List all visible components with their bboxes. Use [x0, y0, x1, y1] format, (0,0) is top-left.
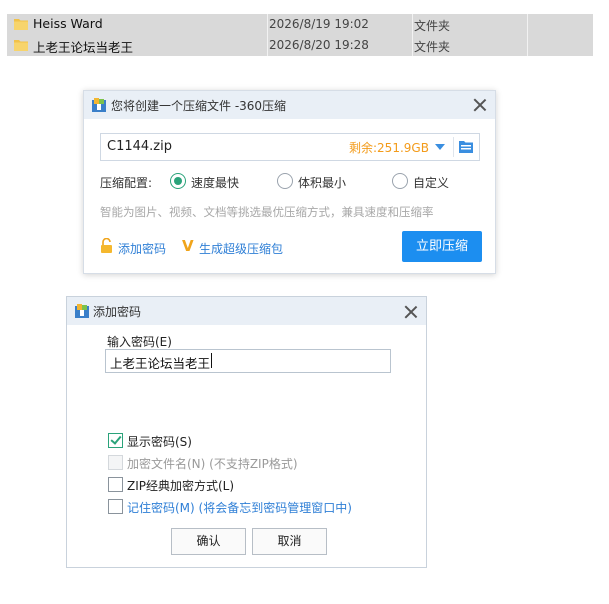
- remember-password-label[interactable]: 记住密码(M) (将会备忘到密码管理窗口中): [127, 499, 352, 516]
- folder-icon: [14, 40, 28, 51]
- remember-password-checkbox[interactable]: [108, 499, 123, 514]
- file-type: 文件夹: [414, 40, 451, 54]
- archive-filename[interactable]: C1144.zip: [107, 139, 172, 154]
- folder-icon: [14, 19, 28, 30]
- radio-fastest[interactable]: [170, 173, 186, 189]
- column-divider: [412, 35, 413, 56]
- add-password-label[interactable]: 添加密码: [118, 240, 166, 257]
- file-row[interactable]: 上老王论坛当老王 2026/8/20 19:28 文件夹: [7, 35, 593, 56]
- add-password-dialog: 添加密码 输入密码(E) 上老王论坛当老王 显示密码(S) 加密文件名(N) (…: [66, 296, 427, 568]
- text-caret: [211, 353, 212, 368]
- super-archive-label[interactable]: 生成超级压缩包: [199, 240, 283, 257]
- compress-config-label: 压缩配置:: [100, 176, 153, 190]
- column-divider: [267, 35, 268, 56]
- zip-classic-encryption-label[interactable]: ZIP经典加密方式(L): [127, 477, 234, 494]
- dialog-title-bar[interactable]: 您将创建一个压缩文件 -360压缩: [84, 91, 495, 119]
- radio-fastest-label[interactable]: 速度最快: [191, 174, 239, 191]
- compress-now-button[interactable]: 立即压缩: [402, 231, 482, 262]
- 360zip-app-icon: [75, 304, 89, 318]
- dialog-title-bar[interactable]: 添加密码: [67, 297, 426, 325]
- file-name: Heiss Ward: [33, 16, 103, 31]
- password-field[interactable]: 上老王论坛当老王: [105, 349, 391, 373]
- zip-classic-encryption-checkbox[interactable]: [108, 477, 123, 492]
- dialog-title: 添加密码: [93, 305, 142, 319]
- v-icon: V: [182, 237, 194, 255]
- compression-hint: 智能为图片、视频、文档等挑选最优压缩方式，兼具速度和压缩率: [100, 205, 434, 219]
- file-date: 2026/8/20 19:28: [269, 38, 369, 52]
- compress-dialog: 您将创建一个压缩文件 -360压缩 C1144.zip 剩余:251.9GB 压…: [83, 90, 496, 274]
- encrypt-filenames-checkbox: [108, 455, 123, 470]
- dialog-title: 您将创建一个压缩文件 -360压缩: [111, 99, 287, 113]
- chevron-down-icon[interactable]: [435, 144, 445, 150]
- radio-smallest[interactable]: [277, 173, 293, 189]
- browse-folder-icon[interactable]: [459, 140, 473, 153]
- radio-custom[interactable]: [392, 173, 408, 189]
- column-divider: [527, 14, 528, 35]
- close-icon[interactable]: [404, 305, 418, 319]
- 360zip-app-icon: [92, 98, 106, 112]
- close-icon[interactable]: [473, 98, 487, 112]
- password-value[interactable]: 上老王论坛当老王: [110, 353, 210, 372]
- radio-custom-label[interactable]: 自定义: [413, 174, 449, 191]
- lock-icon: [101, 238, 112, 253]
- divider: [453, 137, 454, 157]
- archive-name-field[interactable]: C1144.zip 剩余:251.9GB: [100, 133, 480, 161]
- cancel-button[interactable]: 取消: [252, 528, 327, 555]
- ok-button[interactable]: 确认: [171, 528, 246, 555]
- file-type: 文件夹: [414, 19, 451, 33]
- file-name: 上老王论坛当老王: [33, 40, 134, 55]
- column-divider: [412, 14, 413, 35]
- show-password-checkbox[interactable]: [108, 433, 123, 448]
- remaining-space: 剩余:251.9GB: [349, 141, 429, 155]
- show-password-label[interactable]: 显示密码(S): [127, 433, 192, 450]
- column-divider: [267, 14, 268, 35]
- radio-smallest-label[interactable]: 体积最小: [298, 174, 346, 191]
- column-divider: [527, 35, 528, 56]
- password-input-label: 输入密码(E): [107, 335, 172, 349]
- file-row[interactable]: Heiss Ward 2026/8/19 19:02 文件夹: [7, 14, 593, 35]
- file-date: 2026/8/19 19:02: [269, 17, 369, 31]
- encrypt-filenames-label: 加密文件名(N) (不支持ZIP格式): [127, 457, 298, 471]
